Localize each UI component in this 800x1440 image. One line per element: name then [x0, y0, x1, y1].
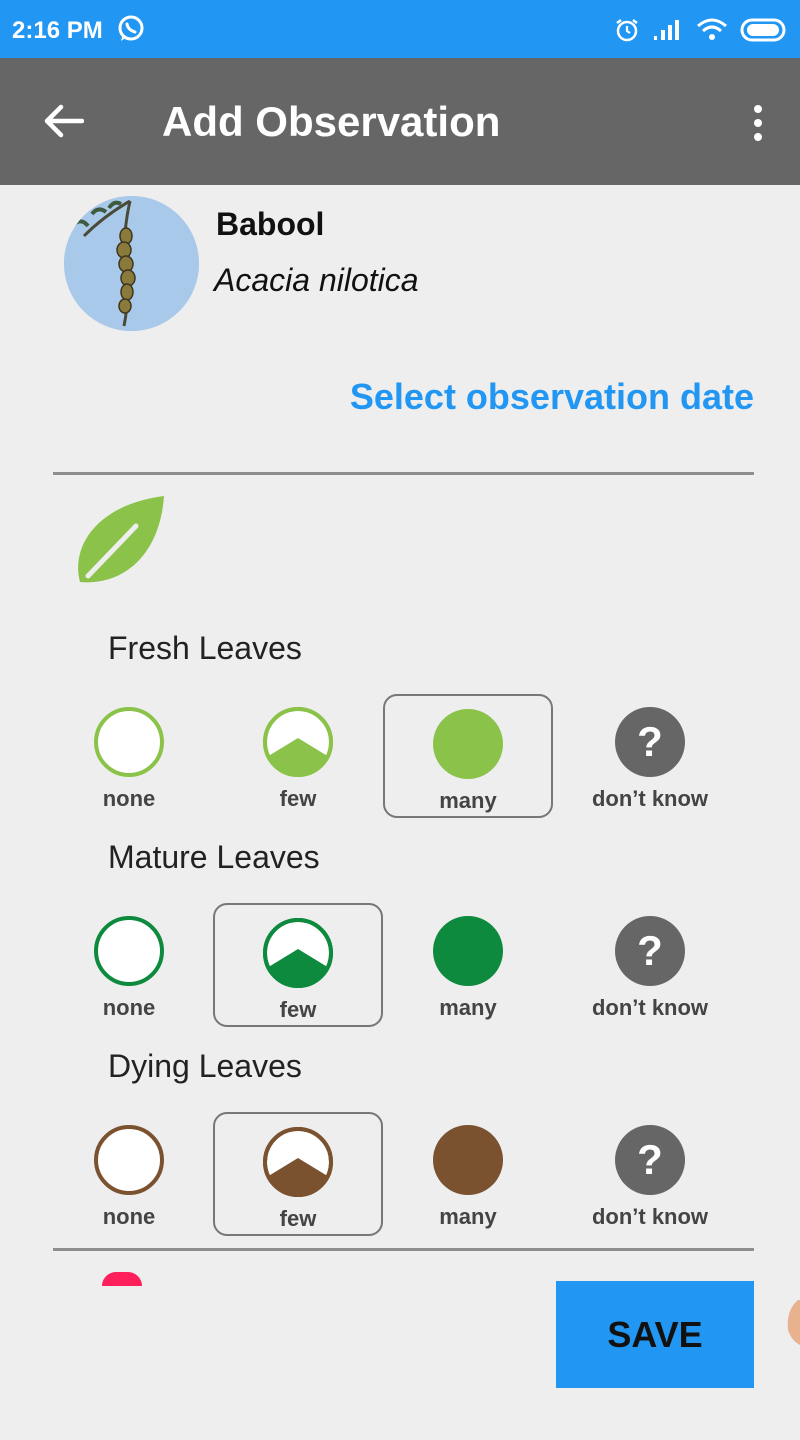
- screen: 2:16 PM Add Observation Babool Acacia ni…: [0, 0, 800, 1440]
- svg-text:?: ?: [637, 718, 663, 765]
- few-circle-icon: [263, 918, 333, 988]
- divider: [53, 472, 754, 475]
- option-label: none: [102, 1204, 156, 1229]
- option-unknown[interactable]: ? don’t know: [565, 1112, 735, 1236]
- question-icon: ?: [615, 1125, 685, 1195]
- battery-icon: [740, 18, 786, 42]
- whatsapp-icon: [118, 15, 144, 41]
- option-few[interactable]: few: [213, 1112, 383, 1236]
- overflow-dot: [754, 119, 762, 127]
- option-few[interactable]: few: [213, 903, 383, 1027]
- option-label: many: [439, 995, 497, 1020]
- overflow-menu-button[interactable]: [738, 98, 778, 148]
- app-bar: Add Observation: [0, 58, 800, 185]
- next-phenophase-icon: [102, 1272, 142, 1286]
- many-circle-icon: [433, 916, 503, 986]
- status-time: 2:16 PM: [12, 17, 103, 44]
- save-button[interactable]: SAVE: [556, 1281, 754, 1388]
- option-many[interactable]: many: [383, 694, 553, 818]
- select-date-link[interactable]: Select observation date: [350, 376, 754, 418]
- floating-hand-icon: [787, 1300, 800, 1345]
- divider: [53, 1248, 754, 1251]
- species-scientific-name: Acacia nilotica: [214, 262, 419, 298]
- none-circle-icon: [94, 916, 164, 986]
- status-icons: [614, 16, 790, 44]
- option-none[interactable]: none: [44, 1112, 214, 1236]
- back-arrow-icon: [44, 104, 84, 138]
- many-circle-icon: [433, 709, 503, 779]
- svg-text:?: ?: [637, 927, 663, 974]
- leaf-icon: [78, 496, 164, 583]
- option-none[interactable]: none: [44, 694, 214, 818]
- option-label: don’t know: [591, 786, 709, 811]
- overflow-menu-icon: [754, 105, 762, 113]
- option-label: few: [279, 1206, 317, 1231]
- many-circle-icon: [433, 1125, 503, 1195]
- option-label: don’t know: [591, 1204, 709, 1229]
- option-label: many: [439, 788, 497, 813]
- overflow-dot: [754, 133, 762, 141]
- none-circle-icon: [94, 707, 164, 777]
- none-circle-icon: [94, 1125, 164, 1195]
- svg-text:?: ?: [637, 1136, 663, 1183]
- option-label: many: [439, 1204, 497, 1229]
- option-label: few: [279, 786, 317, 811]
- question-icon: ?: [615, 707, 685, 777]
- option-many[interactable]: many: [383, 903, 553, 1027]
- option-label: none: [102, 995, 156, 1020]
- option-label: few: [279, 997, 317, 1022]
- signal-icon: [654, 20, 679, 40]
- option-none[interactable]: none: [44, 903, 214, 1027]
- option-few[interactable]: few: [213, 694, 383, 818]
- option-unknown[interactable]: ? don’t know: [565, 903, 735, 1027]
- option-many[interactable]: many: [383, 1112, 553, 1236]
- species-avatar: [64, 196, 199, 331]
- mature-leaves-label: Mature Leaves: [108, 839, 320, 875]
- question-icon: ?: [615, 916, 685, 986]
- status-bar: 2:16 PM: [0, 0, 800, 58]
- few-circle-icon: [263, 707, 333, 777]
- option-label: don’t know: [591, 995, 709, 1020]
- back-button[interactable]: [38, 96, 88, 146]
- alarm-icon: [616, 19, 638, 42]
- wifi-icon: [697, 18, 727, 40]
- few-circle-icon: [263, 1127, 333, 1197]
- fresh-leaves-label: Fresh Leaves: [108, 630, 302, 666]
- dying-leaves-label: Dying Leaves: [108, 1048, 302, 1084]
- species-photo: [64, 196, 199, 331]
- page-title: Add Observation: [162, 98, 501, 145]
- option-label: none: [102, 786, 156, 811]
- species-common-name: Babool: [216, 206, 325, 242]
- option-unknown[interactable]: ? don’t know: [565, 694, 735, 818]
